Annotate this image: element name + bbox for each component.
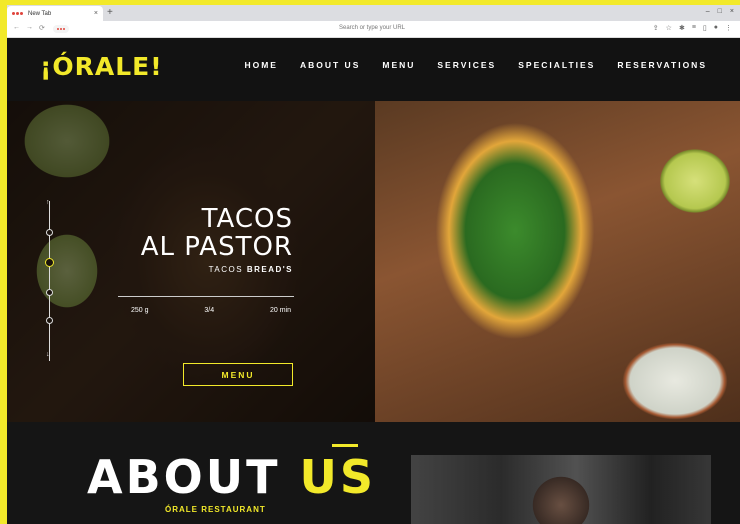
toolbar-icons: ⇪ ☆ ✱ ≡ ▯ ● ⋮ [653, 24, 732, 32]
hero-subtitle-prefix: TACOS [208, 265, 244, 274]
website: ¡ÓRALE! HOME ABOUT US MENU SERVICES SPEC… [7, 38, 740, 524]
bookmark-star-icon[interactable]: ☆ [666, 24, 672, 32]
about-section: ABOUT US ÓRALE RESTAURANT [7, 422, 740, 524]
tab-bar: New Tab × + – □ × [7, 5, 740, 21]
menu-button[interactable]: MENU [183, 363, 293, 386]
slide-dot[interactable] [46, 229, 53, 236]
nav-buttons: ← → ⟳ [13, 24, 45, 32]
slider-up-icon[interactable]: ↑ [46, 199, 50, 206]
new-tab-button[interactable]: + [107, 7, 113, 19]
sidebar-icon[interactable]: ▯ [703, 24, 707, 32]
site-logo[interactable]: ¡ÓRALE! [40, 52, 163, 81]
stat-weight: 250 g [131, 307, 149, 314]
nav-specialties[interactable]: SPECIALTIES [518, 60, 595, 70]
slide-dot-active[interactable] [45, 258, 54, 267]
about-title: ABOUT US [87, 452, 376, 502]
more-menu-icon[interactable]: ⋮ [725, 24, 732, 32]
address-bar-row: ← → ⟳ Search or type your URL ⇪ ☆ ✱ ≡ ▯ … [7, 21, 740, 38]
slider-down-icon[interactable]: ↓ [46, 351, 50, 358]
chef-photo [411, 455, 711, 524]
hero-image-tacos [375, 101, 740, 422]
extensions-icon[interactable]: ✱ [679, 24, 685, 32]
browser-window: New Tab × + – □ × ← → ⟳ Search or type y… [7, 5, 740, 524]
window-controls: – □ × [706, 8, 734, 15]
slider-rail [49, 201, 50, 361]
hero-section: ↑ ↓ TACOS AL PASTOR TACOS BREAD'S 250 g … [7, 101, 740, 422]
tab-title: New Tab [28, 10, 52, 17]
site-info-icon[interactable] [53, 25, 69, 33]
about-title-accent: US [299, 450, 376, 504]
address-input[interactable]: Search or type your URL [267, 25, 477, 31]
hero-title-line-2: AL PASTOR [140, 232, 293, 262]
hero-subtitle-bold: BREAD'S [246, 265, 293, 274]
nav-menu[interactable]: MENU [382, 60, 415, 70]
stat-portion: 3/4 [204, 307, 215, 314]
reading-list-icon[interactable]: ≡ [692, 24, 696, 32]
nav-home[interactable]: HOME [244, 60, 278, 70]
nav-about-us[interactable]: ABOUT US [300, 60, 360, 70]
slide-dot[interactable] [46, 289, 53, 296]
slide-dot[interactable] [46, 317, 53, 324]
nav-reservations[interactable]: RESERVATIONS [617, 60, 707, 70]
main-nav: HOME ABOUT US MENU SERVICES SPECIALTIES … [244, 60, 707, 70]
share-icon[interactable]: ⇪ [653, 24, 659, 32]
forward-icon[interactable]: → [26, 24, 33, 32]
maximize-icon[interactable]: □ [718, 8, 722, 15]
minimize-icon[interactable]: – [706, 8, 710, 15]
stat-time: 20 min [269, 307, 291, 314]
close-window-icon[interactable]: × [730, 8, 734, 15]
site-header: ¡ÓRALE! HOME ABOUT US MENU SERVICES SPEC… [7, 38, 740, 101]
browser-tab[interactable]: New Tab × [7, 6, 103, 21]
nav-services[interactable]: SERVICES [437, 60, 496, 70]
hero-title: TACOS AL PASTOR [141, 205, 293, 261]
tab-close-icon[interactable]: × [94, 10, 98, 17]
reload-icon[interactable]: ⟳ [39, 24, 45, 32]
profile-icon[interactable]: ● [714, 24, 718, 32]
recipe-stats: 250 g 3/4 20 min [131, 307, 291, 314]
about-subtitle: ÓRALE RESTAURANT [165, 505, 266, 514]
hero-subtitle: TACOS BREAD'S [209, 265, 293, 274]
about-title-main: ABOUT [87, 450, 281, 504]
hero-content: ↑ ↓ TACOS AL PASTOR TACOS BREAD'S 250 g … [7, 101, 375, 422]
favicon-icon [12, 12, 23, 15]
slide-indicator: ↑ ↓ [45, 199, 55, 361]
divider [118, 296, 294, 297]
hero-title-line-1: TACOS [201, 204, 293, 234]
back-icon[interactable]: ← [13, 24, 20, 32]
